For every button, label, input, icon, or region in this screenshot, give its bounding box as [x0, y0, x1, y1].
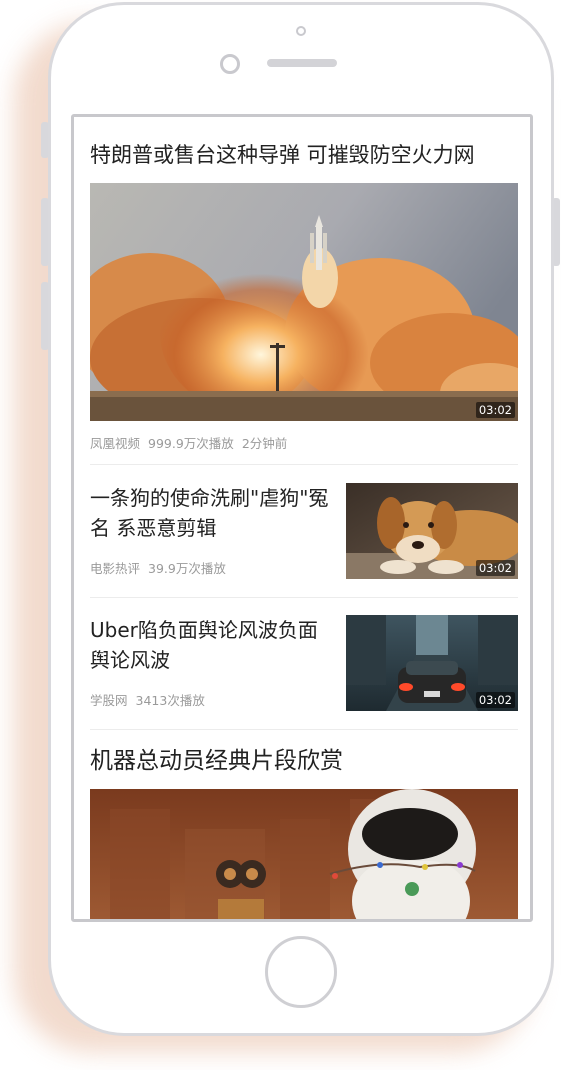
- earpiece-speaker: [267, 59, 337, 67]
- video-thumbnail[interactable]: 03:02: [346, 615, 518, 711]
- phone-screen: 特朗普或售台这种导弹 可摧毁防空火力网 03:02 凤凰视频 999.9万次播放…: [71, 114, 533, 922]
- divider: [90, 464, 518, 465]
- stage: 特朗普或售台这种导弹 可摧毁防空火力网 03:02 凤凰视频 999.9万次播放…: [0, 0, 562, 1070]
- news-source: 凤凰视频: [90, 436, 141, 451]
- video-duration: 03:02: [475, 402, 515, 418]
- video-thumbnail[interactable]: [90, 789, 518, 919]
- robots-photo-icon: [90, 789, 518, 919]
- video-duration: 03:02: [475, 692, 515, 708]
- play-count: 999.9万次播放: [148, 436, 234, 451]
- news-title: Uber陷负面舆论风波负面舆论风波: [90, 618, 318, 672]
- feed-item-large[interactable]: 机器总动员经典片段欣赏: [90, 747, 518, 919]
- feed-item-large[interactable]: 特朗普或售台这种导弹 可摧毁防空火力网 03:02 凤凰视频 999.9万次播放…: [90, 141, 518, 452]
- play-count: 3413次播放: [135, 693, 205, 708]
- divider: [90, 729, 518, 730]
- news-title: 一条狗的使命洗刷"虐狗"冤名 系恶意剪辑: [90, 486, 329, 540]
- publish-time: 2分钟前: [241, 436, 288, 451]
- news-meta: 学股网 3413次播放: [90, 690, 213, 709]
- proximity-sensor: [296, 26, 306, 36]
- news-title: 特朗普或售台这种导弹 可摧毁防空火力网: [90, 143, 475, 167]
- news-source: 电影热评: [90, 561, 141, 576]
- video-duration: 03:02: [475, 560, 515, 576]
- video-thumbnail[interactable]: 03:02: [346, 483, 518, 579]
- home-button[interactable]: [265, 936, 337, 1008]
- play-count: 39.9万次播放: [148, 561, 226, 576]
- video-thumbnail[interactable]: 03:02: [90, 183, 518, 421]
- rocket-launch-photo-icon: [90, 183, 518, 421]
- news-meta: 凤凰视频 999.9万次播放 2分钟前: [90, 433, 518, 452]
- feed-item-small[interactable]: 一条狗的使命洗刷"虐狗"冤名 系恶意剪辑 电影热评 39.9万次播放 03:02: [90, 483, 518, 581]
- front-camera-icon: [220, 54, 240, 74]
- divider: [90, 597, 518, 598]
- feed-item-small[interactable]: Uber陷负面舆论风波负面舆论风波 学股网 3413次播放 03:02: [90, 615, 518, 713]
- news-title: 机器总动员经典片段欣赏: [90, 748, 343, 774]
- news-source: 学股网: [90, 693, 128, 708]
- news-meta: 电影热评 39.9万次播放: [90, 558, 234, 577]
